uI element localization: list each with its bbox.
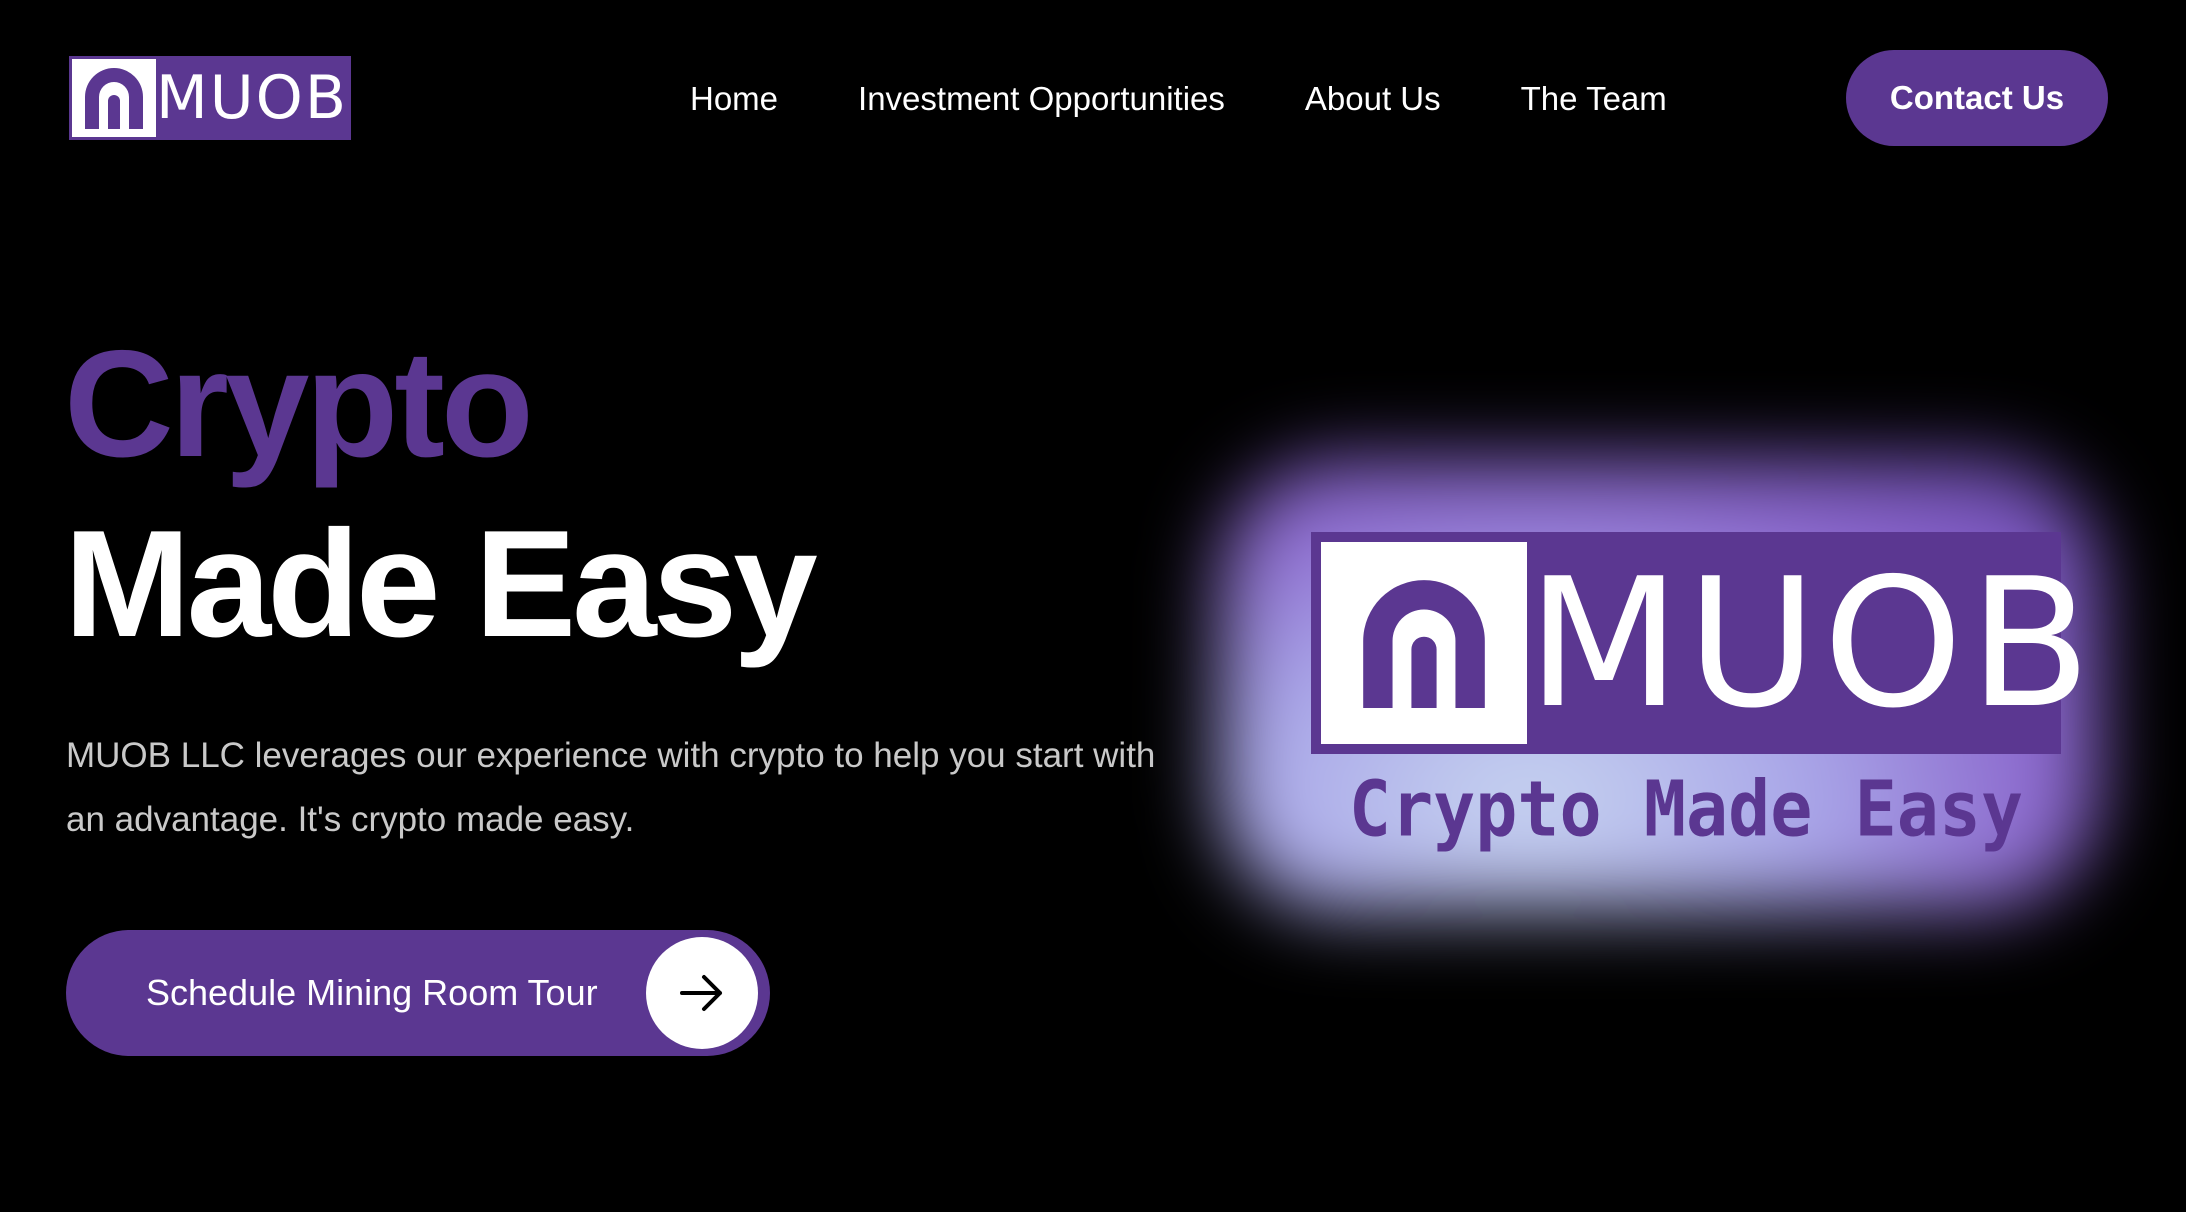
logo-arch-icon [1321,542,1527,744]
hero-logo: MUOB [1311,532,2091,754]
logo-arch-icon [72,59,156,137]
page: MUOB Home Investment Opportunities About… [0,0,2186,1212]
arrow-right-icon [646,937,758,1049]
hero-description: MUOB LLC leverages our experience with c… [66,736,1156,839]
contact-us-button[interactable]: Contact Us [1846,50,2108,146]
hero-logo-tagline: Crypto Made Easy [1348,763,2024,855]
nav-investment-opportunities[interactable]: Investment Opportunities [858,80,1225,118]
logo-text: MUOB [156,63,349,133]
hero-image: MUOB Crypto Made Easy [1160,430,2160,950]
hero-title-line1: Crypto [64,319,534,489]
header-logo[interactable]: MUOB [69,56,351,140]
schedule-tour-button[interactable]: Schedule Mining Room Tour [66,930,770,1056]
main-nav: Home Investment Opportunities About Us T… [690,74,1667,124]
schedule-tour-label: Schedule Mining Room Tour [146,972,598,1013]
nav-about-us[interactable]: About Us [1305,80,1441,118]
nav-the-team[interactable]: The Team [1521,80,1667,118]
nav-home[interactable]: Home [690,80,778,118]
hero-title-line2: Made Easy [64,499,818,669]
hero-logo-text: MUOB [1527,539,2098,747]
